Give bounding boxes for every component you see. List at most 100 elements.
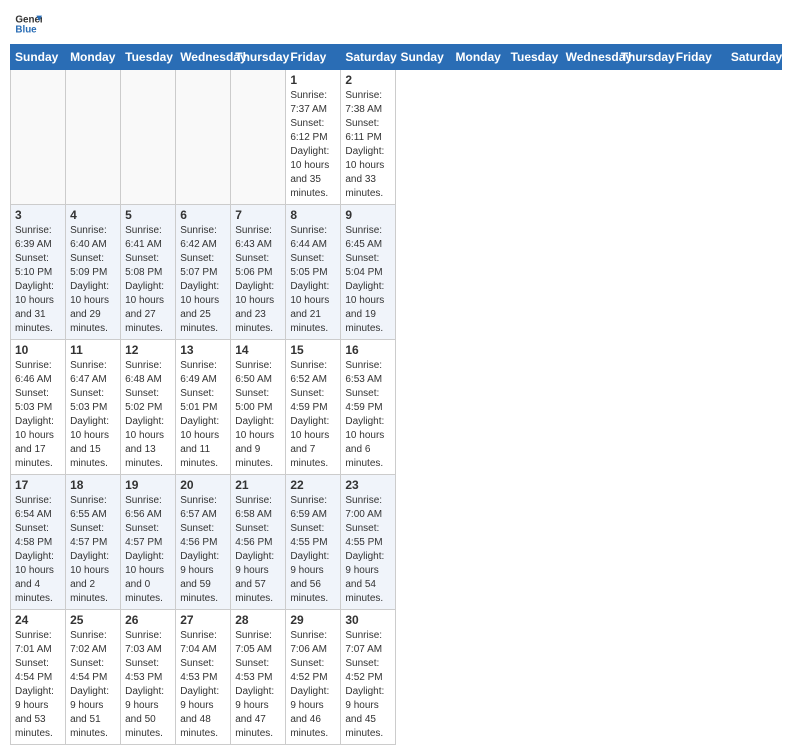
col-header-thursday: Thursday (231, 45, 286, 70)
calendar-cell: 2 Sunrise: 7:38 AM Sunset: 6:11 PM Daylig… (341, 70, 396, 205)
svg-text:Blue: Blue (15, 24, 37, 35)
calendar-cell: 3Sunrise: 6:39 AM Sunset: 5:10 PM Daylig… (11, 205, 66, 340)
day-info: Sunrise: 6:53 AM Sunset: 4:59 PM Dayligh… (345, 359, 391, 471)
calendar-cell: 9 Sunrise: 6:45 AM Sunset: 5:04 PM Daylig… (341, 205, 396, 340)
calendar-cell: 27 Sunrise: 7:04 AM Sunset: 4:53 PM Dayli… (176, 610, 231, 745)
day-info: Sunrise: 6:41 AM Sunset: 5:08 PM Dayligh… (125, 224, 171, 336)
day-info: Sunrise: 7:37 AM Sunset: 6:12 PM Dayligh… (290, 89, 336, 201)
day-info: Sunrise: 6:44 AM Sunset: 5:05 PM Dayligh… (290, 224, 336, 336)
day-info: Sunrise: 7:05 AM Sunset: 4:53 PM Dayligh… (235, 629, 281, 741)
calendar-cell: 29 Sunrise: 7:06 AM Sunset: 4:52 PM Dayli… (286, 610, 341, 745)
col-header-monday: Monday (66, 45, 121, 70)
calendar-cell: 13 Sunrise: 6:49 AM Sunset: 5:01 PM Dayli… (176, 340, 231, 475)
calendar-cell: 5 Sunrise: 6:41 AM Sunset: 5:08 PM Daylig… (121, 205, 176, 340)
day-number: 6 (180, 208, 226, 222)
col-header-friday: Friday (671, 45, 726, 70)
day-number: 23 (345, 478, 391, 492)
calendar-cell: 11Sunrise: 6:47 AM Sunset: 5:03 PM Dayli… (66, 340, 121, 475)
day-number: 2 (345, 73, 391, 87)
day-number: 15 (290, 343, 336, 357)
day-info: Sunrise: 6:52 AM Sunset: 4:59 PM Dayligh… (290, 359, 336, 471)
week-row-2: 3Sunrise: 6:39 AM Sunset: 5:10 PM Daylig… (11, 205, 782, 340)
day-number: 22 (290, 478, 336, 492)
col-header-friday: Friday (286, 45, 341, 70)
day-number: 20 (180, 478, 226, 492)
day-number: 7 (235, 208, 281, 222)
day-info: Sunrise: 6:58 AM Sunset: 4:56 PM Dayligh… (235, 494, 281, 606)
day-number: 13 (180, 343, 226, 357)
day-info: Sunrise: 6:42 AM Sunset: 5:07 PM Dayligh… (180, 224, 226, 336)
col-header-wednesday: Wednesday (176, 45, 231, 70)
day-info: Sunrise: 7:03 AM Sunset: 4:53 PM Dayligh… (125, 629, 171, 741)
col-header-monday: Monday (451, 45, 506, 70)
day-number: 5 (125, 208, 171, 222)
calendar-cell (11, 70, 66, 205)
calendar-cell: 1 Sunrise: 7:37 AM Sunset: 6:12 PM Daylig… (286, 70, 341, 205)
col-header-saturday: Saturday (726, 45, 781, 70)
calendar-cell: 18 Sunrise: 6:55 AM Sunset: 4:57 PM Dayli… (66, 475, 121, 610)
day-number: 1 (290, 73, 336, 87)
day-info: Sunrise: 6:45 AM Sunset: 5:04 PM Dayligh… (345, 224, 391, 336)
col-header-thursday: Thursday (616, 45, 671, 70)
day-number: 14 (235, 343, 281, 357)
calendar-cell: 25 Sunrise: 7:02 AM Sunset: 4:54 PM Dayli… (66, 610, 121, 745)
day-number: 16 (345, 343, 391, 357)
calendar-cell: 26 Sunrise: 7:03 AM Sunset: 4:53 PM Dayli… (121, 610, 176, 745)
day-number: 25 (70, 613, 116, 627)
day-info: Sunrise: 6:55 AM Sunset: 4:57 PM Dayligh… (70, 494, 116, 606)
day-info: Sunrise: 6:47 AM Sunset: 5:03 PM Dayligh… (70, 359, 116, 471)
col-header-tuesday: Tuesday (121, 45, 176, 70)
day-info: Sunrise: 6:39 AM Sunset: 5:10 PM Dayligh… (15, 224, 61, 336)
day-number: 17 (15, 478, 61, 492)
logo: General Blue (14, 10, 42, 38)
calendar-cell: 14Sunrise: 6:50 AM Sunset: 5:00 PM Dayli… (231, 340, 286, 475)
page-header: General Blue (10, 10, 782, 38)
day-info: Sunrise: 6:43 AM Sunset: 5:06 PM Dayligh… (235, 224, 281, 336)
day-info: Sunrise: 6:57 AM Sunset: 4:56 PM Dayligh… (180, 494, 226, 606)
day-info: Sunrise: 7:04 AM Sunset: 4:53 PM Dayligh… (180, 629, 226, 741)
day-number: 24 (15, 613, 61, 627)
calendar-cell: 8Sunrise: 6:44 AM Sunset: 5:05 PM Daylig… (286, 205, 341, 340)
calendar-cell: 20 Sunrise: 6:57 AM Sunset: 4:56 PM Dayli… (176, 475, 231, 610)
calendar-table: SundayMondayTuesdayWednesdayThursdayFrid… (10, 44, 782, 745)
day-number: 10 (15, 343, 61, 357)
day-number: 29 (290, 613, 336, 627)
day-number: 28 (235, 613, 281, 627)
day-number: 19 (125, 478, 171, 492)
day-number: 9 (345, 208, 391, 222)
day-info: Sunrise: 6:59 AM Sunset: 4:55 PM Dayligh… (290, 494, 336, 606)
calendar-cell: 10Sunrise: 6:46 AM Sunset: 5:03 PM Dayli… (11, 340, 66, 475)
col-header-sunday: Sunday (396, 45, 451, 70)
calendar-cell: 17Sunrise: 6:54 AM Sunset: 4:58 PM Dayli… (11, 475, 66, 610)
calendar-cell (121, 70, 176, 205)
day-info: Sunrise: 6:40 AM Sunset: 5:09 PM Dayligh… (70, 224, 116, 336)
calendar-cell (231, 70, 286, 205)
calendar-cell: 28 Sunrise: 7:05 AM Sunset: 4:53 PM Dayli… (231, 610, 286, 745)
day-info: Sunrise: 6:56 AM Sunset: 4:57 PM Dayligh… (125, 494, 171, 606)
calendar-cell: 30Sunrise: 7:07 AM Sunset: 4:52 PM Dayli… (341, 610, 396, 745)
week-row-4: 17Sunrise: 6:54 AM Sunset: 4:58 PM Dayli… (11, 475, 782, 610)
calendar-cell: 16 Sunrise: 6:53 AM Sunset: 4:59 PM Dayli… (341, 340, 396, 475)
day-info: Sunrise: 7:02 AM Sunset: 4:54 PM Dayligh… (70, 629, 116, 741)
week-row-1: 1 Sunrise: 7:37 AM Sunset: 6:12 PM Daylig… (11, 70, 782, 205)
day-info: Sunrise: 7:38 AM Sunset: 6:11 PM Dayligh… (345, 89, 391, 201)
day-info: Sunrise: 7:00 AM Sunset: 4:55 PM Dayligh… (345, 494, 391, 606)
day-number: 21 (235, 478, 281, 492)
day-number: 18 (70, 478, 116, 492)
day-info: Sunrise: 6:48 AM Sunset: 5:02 PM Dayligh… (125, 359, 171, 471)
calendar-cell: 4Sunrise: 6:40 AM Sunset: 5:09 PM Daylig… (66, 205, 121, 340)
col-header-sunday: Sunday (11, 45, 66, 70)
day-info: Sunrise: 6:49 AM Sunset: 5:01 PM Dayligh… (180, 359, 226, 471)
col-header-wednesday: Wednesday (561, 45, 616, 70)
col-header-saturday: Saturday (341, 45, 396, 70)
day-number: 26 (125, 613, 171, 627)
calendar-cell: 7 Sunrise: 6:43 AM Sunset: 5:06 PM Daylig… (231, 205, 286, 340)
calendar-cell (176, 70, 231, 205)
calendar-cell: 23 Sunrise: 7:00 AM Sunset: 4:55 PM Dayli… (341, 475, 396, 610)
calendar-cell: 21 Sunrise: 6:58 AM Sunset: 4:56 PM Dayli… (231, 475, 286, 610)
day-info: Sunrise: 7:06 AM Sunset: 4:52 PM Dayligh… (290, 629, 336, 741)
calendar-cell: 6 Sunrise: 6:42 AM Sunset: 5:07 PM Daylig… (176, 205, 231, 340)
week-row-3: 10Sunrise: 6:46 AM Sunset: 5:03 PM Dayli… (11, 340, 782, 475)
calendar-cell (66, 70, 121, 205)
day-number: 27 (180, 613, 226, 627)
